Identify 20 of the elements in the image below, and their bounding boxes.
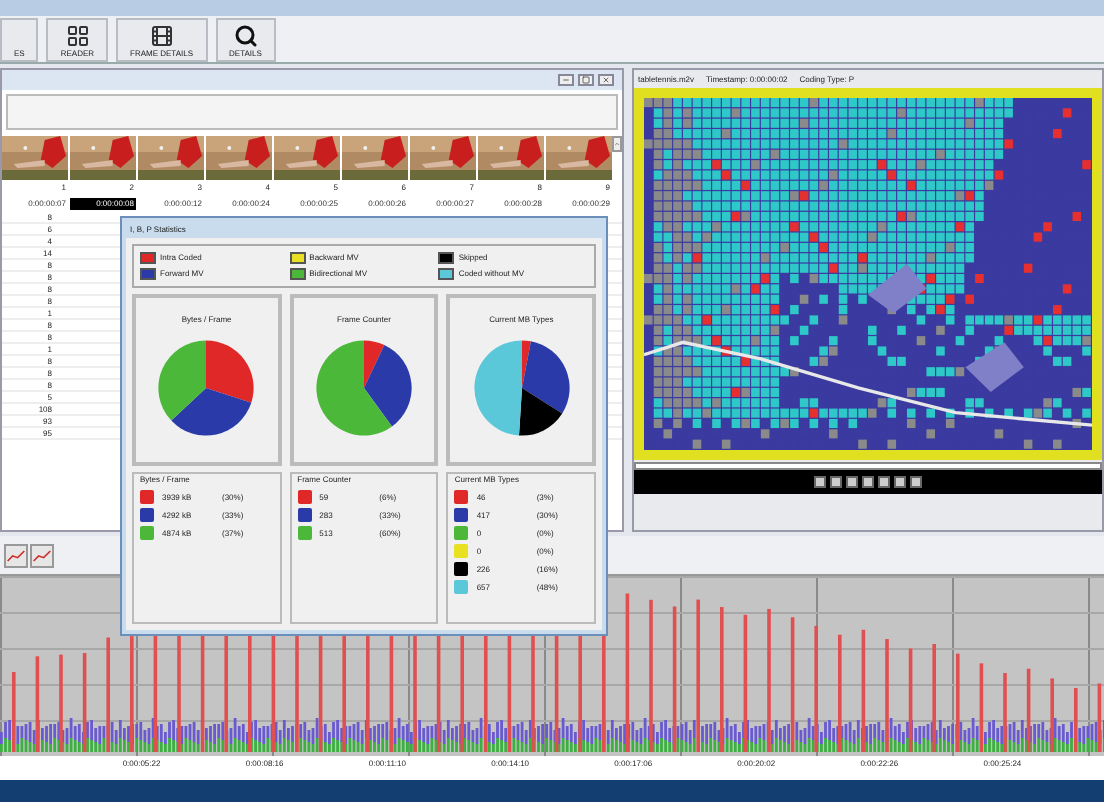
bar <box>861 629 866 752</box>
bar <box>743 614 748 752</box>
chart-tool-icon[interactable] <box>30 543 54 567</box>
bar <box>82 653 87 752</box>
bar <box>908 648 913 752</box>
chart-tool-icon[interactable] <box>4 543 28 567</box>
scroll-up-icon[interactable] <box>612 136 622 152</box>
minimize-icon[interactable] <box>558 74 574 86</box>
grid-icon <box>65 24 90 48</box>
bar <box>153 634 158 752</box>
film-icon <box>149 24 174 48</box>
bar <box>1097 683 1102 752</box>
bar <box>1026 668 1031 752</box>
bar <box>35 656 40 752</box>
search-icon <box>233 24 258 48</box>
seek-bar[interactable] <box>634 462 1102 470</box>
close-icon[interactable] <box>598 74 614 86</box>
maximize-icon[interactable] <box>578 74 594 86</box>
bar <box>790 617 795 752</box>
bar <box>979 663 984 752</box>
